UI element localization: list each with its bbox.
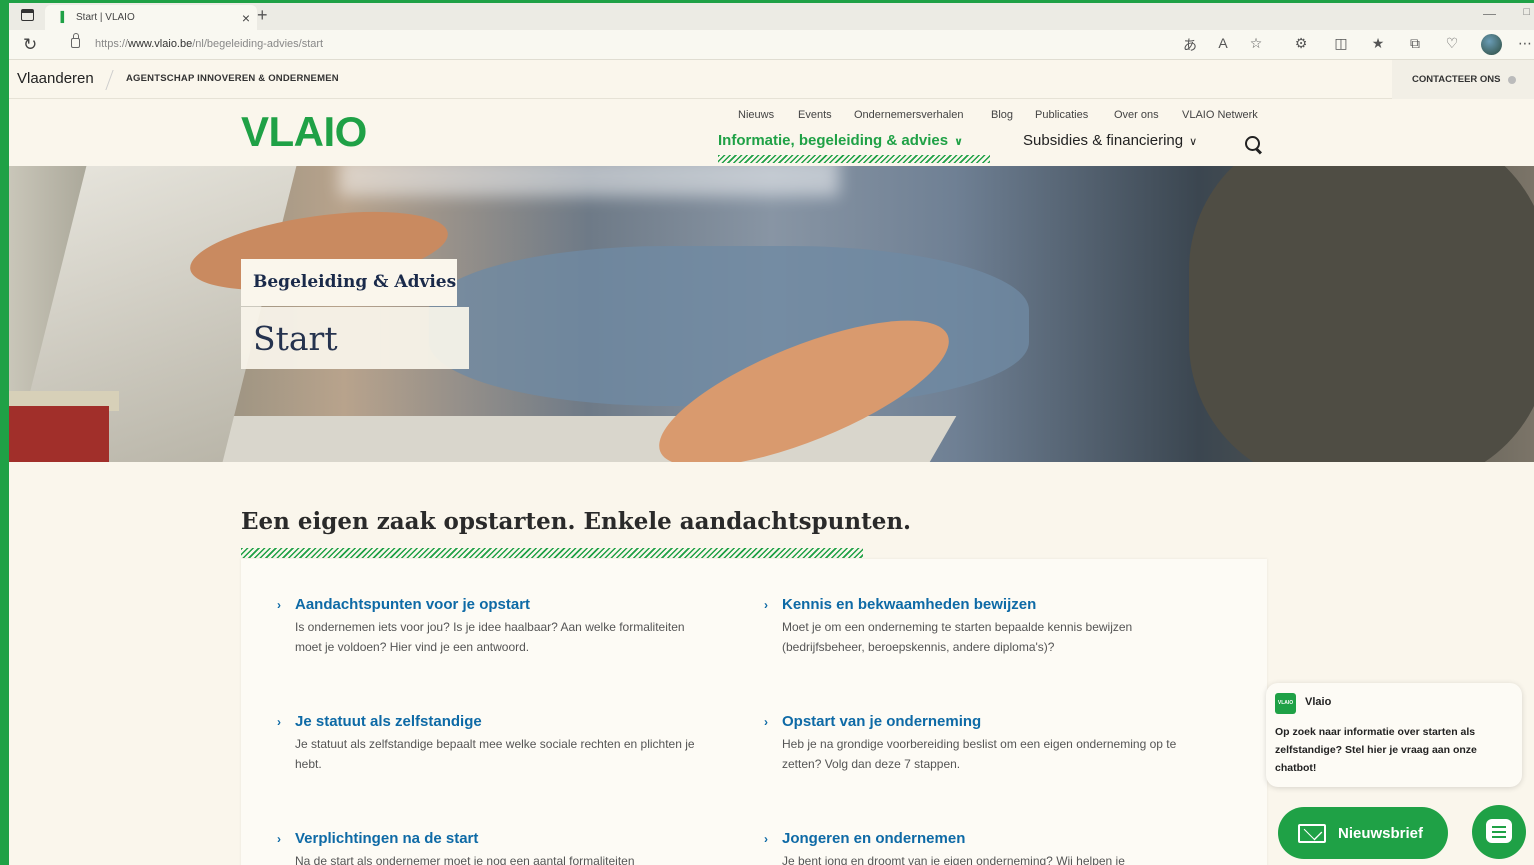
nav-over-ons[interactable]: Over ons (1114, 109, 1159, 121)
browser-addressbar: ↻ https://www.vlaio.be/nl/begeleiding-ad… (9, 30, 1534, 60)
maximize-icon[interactable]: □ (1523, 6, 1530, 18)
chat-message: Op zoek naar informatie over starten als… (1275, 726, 1477, 774)
nav-subsidies-label: Subsidies & financiering (1023, 132, 1184, 149)
open-chat-button[interactable] (1472, 805, 1526, 859)
topic-description: Moet je om een onderneming te starten be… (782, 620, 1133, 654)
contact-indicator-icon (1507, 75, 1516, 84)
chevron-down-icon: ∨ (954, 136, 963, 148)
topics-card: › Aandachtspunten voor je opstart Is onde… (241, 559, 1267, 865)
chat-sender-name: Vlaio (1305, 696, 1332, 708)
list-item: › Verplichtingen na de start Na de start … (277, 830, 698, 865)
list-item: › Je statuut als zelfstandige Je statuut … (277, 713, 698, 774)
read-aloud-icon[interactable]: A (1212, 35, 1234, 51)
profile-avatar[interactable] (1481, 34, 1502, 55)
tab-title: Start | VLAIO (76, 12, 135, 23)
newsletter-button[interactable]: Nieuwsbrief (1278, 807, 1448, 859)
nav-nieuws[interactable]: Nieuws (738, 109, 774, 121)
list-item: › Jongeren en ondernemen Je bent jong en … (764, 830, 1185, 865)
vlaio-avatar: VLAIO (1275, 693, 1296, 714)
vlaio-favicon-icon: ▐ (57, 12, 65, 23)
contact-label: CONTACTEER ONS (1412, 74, 1501, 85)
topic-link[interactable]: › Kennis en bekwaamheden bewijzen (764, 596, 1185, 613)
hero-category-label: Begeleiding & Advies (241, 259, 457, 306)
hero-book (9, 406, 109, 462)
nav-events[interactable]: Events (798, 109, 832, 121)
topic-link[interactable]: › Aandachtspunten voor je opstart (277, 596, 698, 613)
active-nav-underline (718, 155, 990, 163)
topic-link[interactable]: › Jongeren en ondernemen (764, 830, 1185, 847)
list-item: › Kennis en bekwaamheden bewijzen Moet je… (764, 596, 1185, 657)
topic-link[interactable]: › Opstart van je onderneming (764, 713, 1185, 730)
lock-icon[interactable] (71, 33, 80, 48)
favorite-star-icon[interactable]: ☆ (1245, 35, 1267, 52)
chevron-right-icon: › (764, 597, 768, 612)
vlaanderen-link[interactable]: Vlaanderen (17, 70, 94, 87)
contact-button[interactable]: CONTACTEER ONS (1392, 60, 1534, 99)
nav-vlaio-netwerk[interactable]: VLAIO Netwerk (1182, 109, 1258, 121)
chevron-right-icon: › (764, 831, 768, 846)
more-menu-icon[interactable]: ⋯ (1514, 35, 1534, 52)
agency-name[interactable]: AGENTSCHAP INNOVEREN & ONDERNEMEN (126, 73, 339, 84)
topic-description: Is ondernemen iets voor jou? Is je idee … (295, 620, 685, 654)
mail-icon (1298, 823, 1326, 843)
nav-publicaties[interactable]: Publicaties (1035, 109, 1088, 121)
new-tab-icon[interactable]: + (257, 5, 273, 26)
page-title: Start (241, 307, 469, 369)
split-screen-icon[interactable]: ◫ (1330, 35, 1352, 52)
chevron-right-icon: › (277, 597, 281, 612)
hero-sleeve (1189, 166, 1534, 462)
topic-link[interactable]: › Je statuut als zelfstandige (277, 713, 698, 730)
topic-title: Je statuut als zelfstandige (295, 713, 482, 730)
nav-informatie-label: Informatie, begeleiding & advies (718, 132, 949, 149)
url-scheme: https:// (95, 38, 129, 50)
collections-icon[interactable]: ⧉ (1404, 35, 1426, 52)
topic-title: Aandachtspunten voor je opstart (295, 596, 531, 613)
government-bar: Vlaanderen AGENTSCHAP INNOVEREN & ONDERN… (9, 60, 1534, 99)
window-frame-left (0, 0, 9, 865)
site-header: VLAIO Nieuws Events Ondernemersverhalen … (9, 99, 1534, 166)
newsletter-label: Nieuwsbrief (1338, 824, 1424, 842)
browser-tabbar: ▐ Start | VLAIO × + — □ (9, 3, 1534, 30)
chatbot-popup[interactable]: VLAIO Vlaio Op zoek naar informatie over… (1266, 683, 1522, 787)
hero-light (339, 166, 839, 196)
search-icon[interactable] (1244, 135, 1262, 155)
list-item: › Opstart van je onderneming Heb je na gr… (764, 713, 1185, 774)
chevron-right-icon: › (277, 831, 281, 846)
translate-icon[interactable]: あ (1179, 35, 1201, 55)
tab-actions-icon[interactable] (21, 9, 34, 21)
topic-description: Je statuut als zelfstandige bepaalt mee … (295, 737, 695, 771)
topic-title: Jongeren en ondernemen (782, 830, 966, 847)
nav-informatie-begeleiding-advies[interactable]: Informatie, begeleiding & advies ∨ (718, 132, 963, 149)
topic-description: Heb je na grondige voorbereiding beslist… (782, 737, 1177, 771)
section-heading: Een eigen zaak opstarten. Enkele aandach… (241, 508, 912, 535)
hero-image (9, 166, 1534, 462)
topic-title: Opstart van je onderneming (782, 713, 982, 730)
url-host: www.vlaio.be (128, 38, 193, 50)
divider (105, 70, 114, 90)
chevron-down-icon: ∨ (1189, 136, 1198, 148)
close-tab-icon[interactable]: × (235, 10, 257, 26)
chat-icon (1486, 819, 1512, 843)
favorites-icon[interactable]: ★ (1367, 35, 1389, 52)
extensions-icon[interactable]: ⚙ (1290, 35, 1312, 52)
nav-blog[interactable]: Blog (991, 109, 1013, 121)
heading-underline (241, 548, 863, 558)
topic-description: Na de start als ondernemer moet je nog e… (295, 854, 635, 865)
chevron-right-icon: › (277, 714, 281, 729)
reload-icon[interactable]: ↻ (23, 35, 37, 55)
performance-icon[interactable]: ♡ (1441, 35, 1463, 52)
topic-link[interactable]: › Verplichtingen na de start (277, 830, 698, 847)
url-field[interactable]: https://www.vlaio.be/nl/begeleiding-advi… (95, 38, 323, 50)
nav-subsidies-financiering[interactable]: Subsidies & financiering ∨ (1023, 132, 1197, 149)
url-path: /nl/begeleiding-advies/start (192, 38, 324, 50)
topic-title: Verplichtingen na de start (295, 830, 479, 847)
topic-title: Kennis en bekwaamheden bewijzen (782, 596, 1037, 613)
topic-description: Je bent jong en droomt van je eigen onde… (782, 854, 1125, 865)
list-item: › Aandachtspunten voor je opstart Is onde… (277, 596, 698, 657)
minimize-icon[interactable]: — (1483, 6, 1496, 21)
nav-ondernemersverhalen[interactable]: Ondernemersverhalen (854, 109, 963, 121)
chevron-right-icon: › (764, 714, 768, 729)
browser-tab[interactable]: ▐ Start | VLAIO × (45, 5, 257, 30)
vlaio-logo[interactable]: VLAIO (241, 108, 367, 156)
